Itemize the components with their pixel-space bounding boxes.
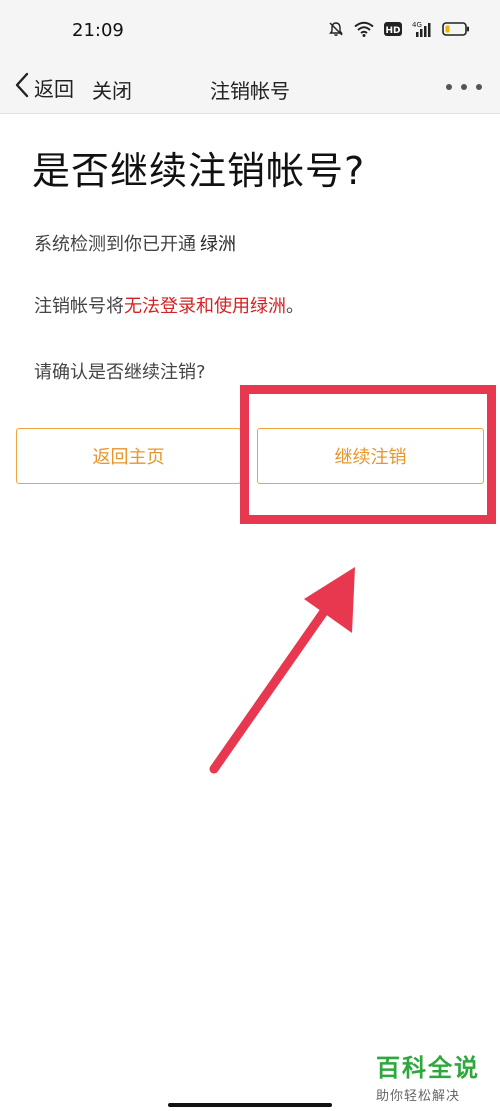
battery-icon bbox=[442, 21, 470, 37]
watermark-main: 百科全说 bbox=[376, 1054, 480, 1082]
more-options-icon[interactable] bbox=[446, 72, 482, 102]
annotation-highlight-box bbox=[240, 385, 496, 524]
network-label: 4G bbox=[412, 21, 422, 29]
page-title-bar: 注销帐号 bbox=[210, 79, 290, 103]
nav-bar: 返回 关闭 注销帐号 bbox=[0, 62, 500, 114]
status-icons: HD 4G bbox=[328, 20, 470, 38]
watermark-logo: 百科全说 助你轻松解决 bbox=[376, 1048, 486, 1104]
warning-highlight: 无法登录和使用绿洲 bbox=[124, 296, 286, 317]
status-bar: 21:09 HD 4G bbox=[0, 0, 500, 62]
4g-signal-icon: 4G bbox=[412, 20, 432, 38]
detect-prefix: 系统检测到你已开通 bbox=[34, 234, 196, 255]
hd-icon: HD bbox=[384, 21, 402, 37]
annotation-arrow-icon bbox=[209, 567, 355, 774]
home-indicator[interactable] bbox=[168, 1103, 332, 1107]
detect-line: 系统检测到你已开通 绿洲 bbox=[34, 230, 236, 256]
screen: 21:09 HD 4G 返回 关闭 注销帐号 是否继续注销帐号? 系统检测到你已… bbox=[0, 0, 500, 1111]
return-home-button[interactable]: 返回主页 bbox=[16, 428, 241, 484]
status-time: 21:09 bbox=[72, 20, 124, 41]
app-name: 绿洲 bbox=[200, 234, 236, 255]
warning-prefix: 注销帐号将 bbox=[34, 296, 124, 317]
hd-label: HD bbox=[385, 26, 400, 36]
warning-suffix: 。 bbox=[286, 296, 304, 317]
wifi-icon bbox=[354, 21, 374, 37]
confirm-question: 请确认是否继续注销? bbox=[34, 362, 206, 383]
warning-line: 注销帐号将无法登录和使用绿洲。 bbox=[34, 292, 304, 318]
mute-bell-icon bbox=[328, 21, 344, 37]
watermark-sub: 助你轻松解决 bbox=[376, 1089, 461, 1104]
page-heading: 是否继续注销帐号? bbox=[32, 149, 366, 193]
